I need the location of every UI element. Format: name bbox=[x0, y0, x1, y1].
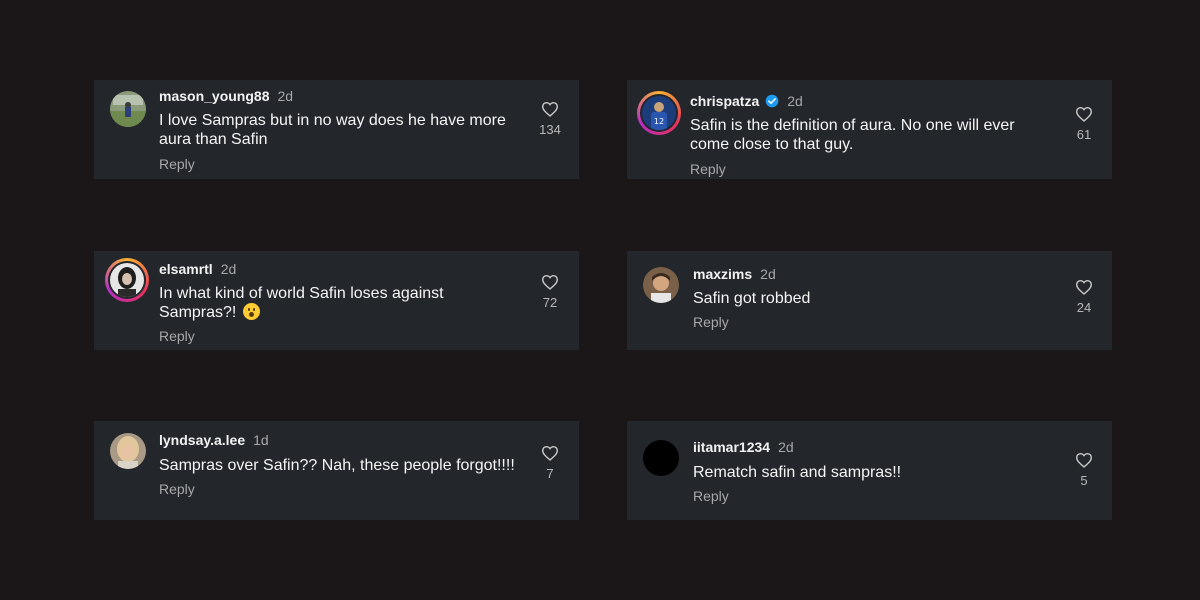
like-button[interactable]: 5 bbox=[1069, 452, 1099, 488]
reply-button[interactable]: Reply bbox=[693, 314, 729, 330]
heart-outline-icon[interactable] bbox=[541, 101, 559, 117]
username-text[interactable]: elsamrtl bbox=[159, 261, 213, 277]
username[interactable]: mason_young88 2d bbox=[159, 88, 293, 104]
like-count: 7 bbox=[546, 466, 554, 481]
avatar[interactable] bbox=[105, 258, 149, 302]
username[interactable]: iitamar1234 2d bbox=[693, 439, 794, 455]
username-text[interactable]: lyndsay.a.lee bbox=[159, 432, 245, 448]
reply-button[interactable]: Reply bbox=[690, 161, 726, 177]
reply-button[interactable]: Reply bbox=[693, 488, 729, 504]
avatar[interactable] bbox=[643, 440, 679, 476]
timestamp: 2d bbox=[220, 261, 237, 277]
heart-outline-icon[interactable] bbox=[541, 274, 559, 290]
avatar[interactable] bbox=[110, 91, 146, 127]
timestamp: 2d bbox=[277, 88, 294, 104]
comment-text: I love Sampras but in no way does he hav… bbox=[159, 112, 506, 148]
comment-card: 12 chrispatza 2d Safin is the definition … bbox=[627, 80, 1112, 179]
like-count: 24 bbox=[1076, 300, 1092, 315]
username-text[interactable]: maxzims bbox=[693, 266, 752, 282]
like-button[interactable]: 134 bbox=[535, 101, 565, 137]
avatar[interactable]: 12 bbox=[637, 91, 681, 135]
reply-button[interactable]: Reply bbox=[159, 328, 195, 344]
username[interactable]: maxzims 2d bbox=[693, 266, 776, 282]
comment-card: iitamar1234 2d Rematch safin and sampras!… bbox=[627, 421, 1112, 520]
timestamp: 2d bbox=[787, 93, 803, 109]
comment-text-content: In what kind of world Safin loses agains… bbox=[159, 285, 444, 321]
username[interactable]: lyndsay.a.lee 1d bbox=[159, 432, 269, 448]
comment-text: Safin is the definition of aura. No one … bbox=[690, 117, 1015, 153]
astonished-face-emoji bbox=[242, 303, 260, 320]
username[interactable]: elsamrtl 2d bbox=[159, 261, 236, 277]
reply-button[interactable]: Reply bbox=[159, 156, 195, 172]
svg-text:12: 12 bbox=[654, 117, 664, 126]
like-button[interactable]: 61 bbox=[1069, 106, 1099, 142]
avatar[interactable] bbox=[110, 433, 146, 469]
verified-badge-icon bbox=[765, 94, 779, 108]
timestamp: 2d bbox=[760, 266, 776, 282]
reply-button[interactable]: Reply bbox=[159, 481, 195, 497]
timestamp: 1d bbox=[253, 432, 269, 448]
comment-card: elsamrtl 2d In what kind of world Safin l… bbox=[94, 251, 579, 350]
comment-card: maxzims 2d Safin got robbed Reply 24 bbox=[627, 251, 1112, 350]
like-count: 134 bbox=[539, 122, 561, 137]
heart-outline-icon[interactable] bbox=[1075, 452, 1093, 468]
username[interactable]: chrispatza 2d bbox=[690, 93, 803, 109]
heart-outline-icon[interactable] bbox=[541, 445, 559, 461]
comment-text: Rematch safin and sampras!! bbox=[693, 464, 902, 481]
heart-outline-icon[interactable] bbox=[1075, 279, 1093, 295]
comment-text: In what kind of world Safin loses agains… bbox=[159, 284, 519, 322]
like-count: 61 bbox=[1076, 127, 1092, 142]
username-text[interactable]: mason_young88 bbox=[159, 88, 269, 104]
like-count: 5 bbox=[1080, 473, 1088, 488]
like-button[interactable]: 72 bbox=[535, 274, 565, 310]
timestamp: 2d bbox=[778, 439, 794, 455]
comment-text: Sampras over Safin?? Nah, these people f… bbox=[159, 457, 515, 474]
username-text[interactable]: iitamar1234 bbox=[693, 439, 770, 455]
comment-card: lyndsay.a.lee 1d Sampras over Safin?? Nah… bbox=[94, 421, 579, 520]
like-button[interactable]: 24 bbox=[1069, 279, 1099, 315]
comment-card: mason_young88 2d I love Sampras but in no… bbox=[94, 80, 579, 179]
like-button[interactable]: 7 bbox=[535, 445, 565, 481]
heart-outline-icon[interactable] bbox=[1075, 106, 1093, 122]
like-count: 72 bbox=[542, 295, 558, 310]
comment-text: Safin got robbed bbox=[693, 290, 811, 307]
avatar[interactable] bbox=[643, 267, 679, 303]
username-text[interactable]: chrispatza bbox=[690, 93, 759, 109]
